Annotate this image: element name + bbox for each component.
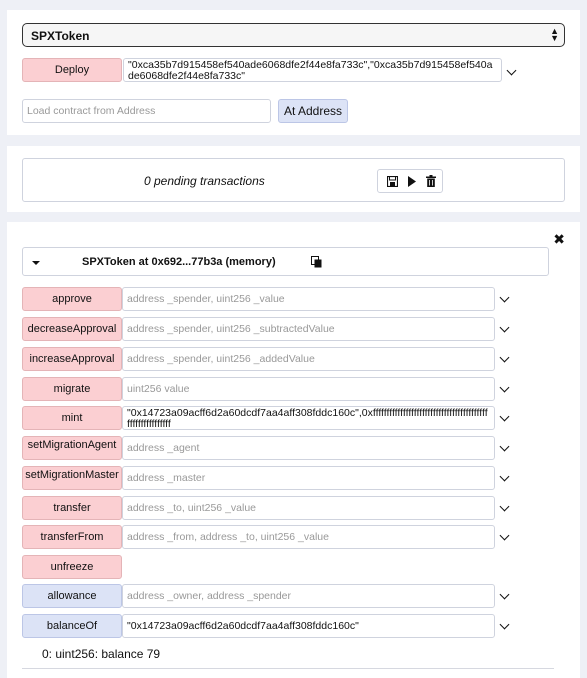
divider <box>22 668 554 669</box>
pending-transactions-box: 0 pending transactions <box>22 158 565 202</box>
chevron-down-icon[interactable] <box>499 471 510 482</box>
caret-down-icon[interactable] <box>32 261 40 265</box>
fn-setMigrationMaster-input[interactable]: address _master <box>122 466 495 490</box>
fn-increaseApproval-button[interactable]: increaseApproval <box>22 347 122 371</box>
save-icon[interactable] <box>387 176 398 187</box>
fn-mint-input[interactable]: "0x14723a09acff6d2a60dcdf7aa4aff308fddc1… <box>122 406 495 430</box>
fn-transferFrom-button[interactable]: transferFrom <box>22 525 122 549</box>
close-icon[interactable]: ✖ <box>553 232 565 246</box>
fn-unfreeze-button[interactable]: unfreeze <box>22 555 122 579</box>
fn-decreaseApproval-input[interactable]: address _spender, uint256 _subtractedVal… <box>122 317 495 341</box>
instance-header[interactable]: SPXToken at 0x692...77b3a (memory) <box>22 247 549 276</box>
fn-migrate-input[interactable]: uint256 value <box>122 377 495 401</box>
fn-allowance-button[interactable]: allowance <box>22 584 122 608</box>
fn-setMigrationAgent-button[interactable]: setMigrationAgent <box>22 436 122 460</box>
call-output: 0: uint256: balance 79 <box>42 647 161 661</box>
instance-panel: ✖ SPXToken at 0x692...77b3a (memory) app… <box>7 222 580 678</box>
chevron-down-icon[interactable] <box>499 292 510 303</box>
contract-select[interactable]: SPXToken ▲ ▼ <box>22 23 565 47</box>
chevron-down-icon[interactable] <box>506 65 517 76</box>
fn-setMigrationMaster-button[interactable]: setMigrationMaster <box>22 466 122 490</box>
fn-decreaseApproval-button[interactable]: decreaseApproval <box>22 317 122 341</box>
chevron-down-icon[interactable] <box>499 322 510 333</box>
fn-transfer-input[interactable]: address _to, uint256 _value <box>122 496 495 520</box>
chevron-down-icon[interactable] <box>499 411 510 422</box>
fn-transfer-button[interactable]: transfer <box>22 496 122 520</box>
fn-mint-button[interactable]: mint <box>22 406 122 430</box>
chevron-down-icon[interactable] <box>499 382 510 393</box>
chevron-down-icon[interactable] <box>499 530 510 541</box>
fn-migrate-button[interactable]: migrate <box>22 377 122 401</box>
deploy-args-input[interactable]: "0xca35b7d915458ef540ade6068dfe2f44e8fa7… <box>123 58 502 82</box>
fn-transferFrom-input[interactable]: address _from, address _to, uint256 _val… <box>122 525 495 549</box>
at-address-input[interactable]: Load contract from Address <box>22 99 271 123</box>
chevron-down-icon[interactable] <box>499 501 510 512</box>
deploy-button[interactable]: Deploy <box>22 58 122 82</box>
fn-allowance-input[interactable]: address _owner, address _spender <box>122 584 495 608</box>
fn-approve-button[interactable]: approve <box>22 287 122 311</box>
pending-panel: 0 pending transactions <box>7 146 580 212</box>
select-arrows-icon: ▲ ▼ <box>550 26 559 43</box>
at-address-button[interactable]: At Address <box>278 99 348 123</box>
pending-transactions-text: 0 pending transactions <box>144 174 265 188</box>
copy-icon[interactable] <box>311 256 322 268</box>
contract-select-value: SPXToken <box>31 29 90 43</box>
pending-actions <box>377 169 443 193</box>
instance-title: SPXToken at 0x692...77b3a (memory) <box>82 256 276 268</box>
chevron-down-icon[interactable] <box>499 589 510 600</box>
deploy-panel: SPXToken ▲ ▼ Deploy "0xca35b7d915458ef540… <box>7 10 580 135</box>
play-icon[interactable] <box>407 176 417 187</box>
fn-approve-input[interactable]: address _spender, uint256 _value <box>122 287 495 311</box>
fn-balanceOf-input[interactable]: "0x14723a09acff6d2a60dcdf7aa4aff308fddc1… <box>122 614 495 638</box>
chevron-down-icon[interactable] <box>499 619 510 630</box>
fn-setMigrationAgent-input[interactable]: address _agent <box>122 436 495 460</box>
chevron-down-icon[interactable] <box>499 441 510 452</box>
fn-balanceOf-button[interactable]: balanceOf <box>22 614 122 638</box>
chevron-down-icon[interactable] <box>499 352 510 363</box>
fn-increaseApproval-input[interactable]: address _spender, uint256 _addedValue <box>122 347 495 371</box>
trash-icon[interactable] <box>426 175 436 187</box>
